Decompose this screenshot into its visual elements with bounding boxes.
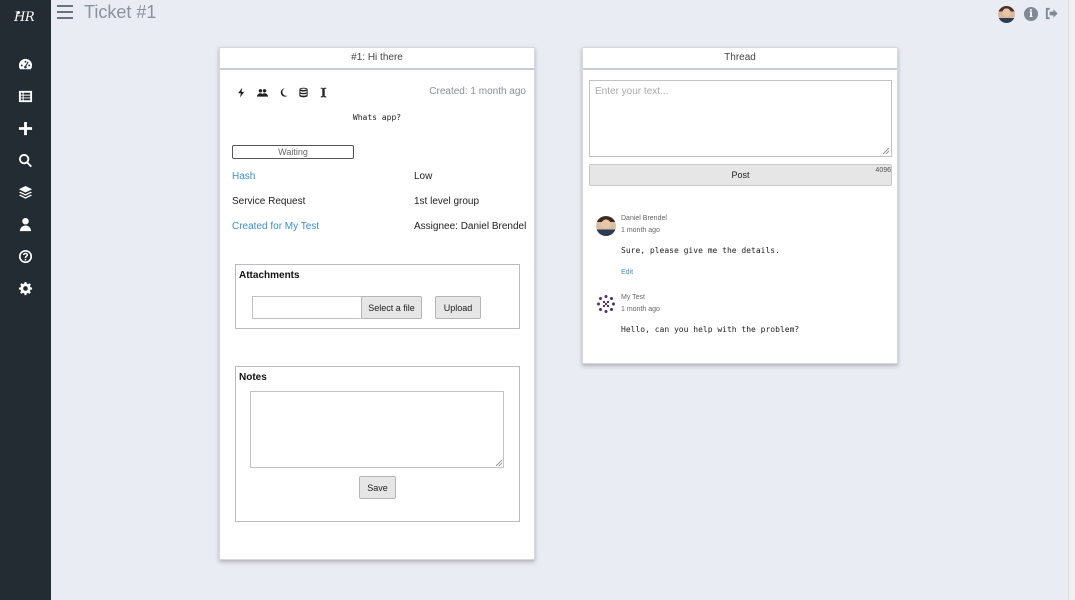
file-path-field[interactable] [252, 296, 362, 319]
page-title: Ticket #1 [84, 2, 157, 22]
resize-grip-icon[interactable] [496, 460, 502, 466]
message-time: 1 month ago [621, 306, 660, 313]
info-icon[interactable]: i [1024, 7, 1038, 21]
user-avatar[interactable] [998, 6, 1015, 23]
post-button[interactable]: Post [589, 164, 892, 186]
message-author: My Test [621, 294, 645, 301]
select-file-button[interactable]: Select a file [361, 296, 422, 319]
notes-title: Notes [239, 372, 267, 383]
thread-card: Thread Enter your text... Post 4096 Dani… [582, 47, 898, 364]
thread-header: Thread [583, 48, 897, 70]
save-notes-button[interactable]: Save [359, 476, 396, 499]
status-select[interactable]: Waiting [232, 145, 354, 159]
database-icon[interactable] [297, 86, 309, 98]
text-cursor-icon[interactable] [317, 86, 329, 98]
upload-button[interactable]: Upload [435, 296, 481, 319]
priority-value[interactable]: Low [414, 171, 432, 182]
message-author: Daniel Brendel [621, 215, 667, 222]
page-scrollbar[interactable] [1068, 0, 1075, 600]
attachments-title: Attachments [239, 270, 300, 281]
edit-message-link[interactable]: Edit [621, 269, 633, 276]
char-counter: 4096 [875, 167, 891, 174]
gear-icon[interactable] [17, 280, 34, 297]
message-time: 1 month ago [621, 227, 660, 234]
type-value[interactable]: Service Request [232, 196, 305, 207]
ticket-toolbar [235, 86, 329, 98]
attachments-section: Attachments Select a file Upload [235, 264, 520, 329]
moon-icon[interactable] [277, 86, 289, 98]
created-for-link[interactable]: Created for My Test [232, 221, 319, 232]
notes-section: Notes Save [235, 366, 520, 522]
plus-icon[interactable] [17, 120, 34, 137]
assignee-value[interactable]: Assignee: Daniel Brendel [414, 221, 526, 232]
avatar [596, 294, 616, 314]
user-icon[interactable] [17, 216, 34, 233]
layers-icon[interactable] [17, 184, 34, 201]
resize-grip-icon[interactable] [883, 148, 889, 154]
logout-icon[interactable] [1044, 6, 1059, 21]
ticket-created: Created: 1 month ago [429, 86, 526, 97]
ticket-message: Whats app? [352, 113, 402, 122]
bolt-icon[interactable] [235, 86, 247, 98]
dashboard-icon[interactable] [17, 56, 34, 73]
search-icon[interactable] [17, 152, 34, 169]
list-icon[interactable] [17, 88, 34, 105]
sidebar: HR [0, 0, 51, 600]
app-logo[interactable]: HR [14, 10, 35, 25]
hash-link[interactable]: Hash [232, 171, 255, 182]
help-icon[interactable] [17, 248, 34, 265]
ticket-card: #1: Hi there Created: 1 month ago Whats … [219, 47, 535, 560]
message-text: Sure, please give me the details. [621, 246, 780, 255]
notes-textarea[interactable] [250, 391, 504, 468]
avatar [596, 216, 616, 236]
thread-textarea[interactable]: Enter your text... [589, 80, 892, 157]
group-value[interactable]: 1st level group [414, 196, 479, 207]
message-text: Hello, can you help with the problem? [621, 325, 800, 334]
menu-toggle-icon[interactable] [57, 5, 73, 20]
users-icon[interactable] [255, 86, 269, 98]
ticket-header: #1: Hi there [220, 48, 534, 70]
